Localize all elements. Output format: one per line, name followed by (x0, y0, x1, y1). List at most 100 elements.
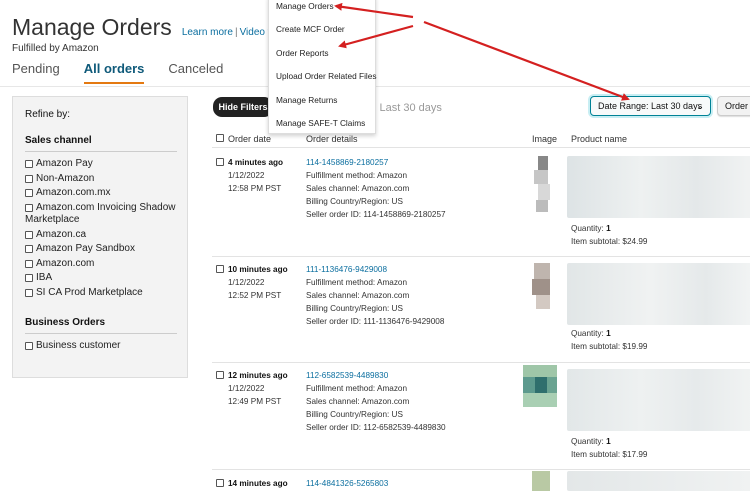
order-date: 1/12/2022 (228, 384, 265, 393)
filter-label: Amazon.ca (36, 228, 87, 240)
filter-label: Amazon.com.mx (36, 187, 111, 198)
filter-label: Amazon.com Invoicing Shadow Marketplace (25, 201, 176, 226)
filter-business-customer[interactable]: Business customer (25, 340, 187, 353)
table-row: 12 minutes ago 1/12/2022 12:49 PM PST 11… (212, 365, 750, 464)
order-date: 1/12/2022 (228, 278, 265, 287)
checkbox[interactable] (25, 230, 33, 239)
filter-label: Amazon Pay (36, 158, 93, 169)
quantity-label: Quantity: (571, 224, 604, 233)
product-name-blurred (567, 156, 750, 218)
date-range-dropdown[interactable]: Date Range: Last 30 days ⌄ (590, 96, 711, 116)
item-subtotal: Item subtotal: $24.99 (571, 237, 648, 246)
fulfillment-method: Fulfillment method: Amazon (306, 171, 408, 180)
order-date-cell: 10 minutes ago 1/12/2022 12:52 PM PST (228, 263, 288, 302)
filter-label: Amazon.com (36, 257, 95, 269)
menu-item-order-reports[interactable]: Order Reports (276, 48, 329, 58)
filter-amazon-ca[interactable]: Amazon.ca (25, 229, 187, 242)
product-image[interactable] (532, 263, 550, 321)
menu-item-upload-order-files[interactable]: Upload Order Related Files (276, 71, 377, 81)
order-details-cell: 112-6582539-4489830 Fulfillment method: … (306, 369, 446, 434)
column-order-date[interactable]: Order date (228, 134, 271, 144)
refine-heading: Refine by: (25, 109, 71, 120)
checkbox[interactable] (25, 160, 33, 168)
filter-non-amazon[interactable]: Non-Amazon (25, 173, 187, 186)
tab-canceled[interactable]: Canceled (168, 61, 223, 84)
row-checkbox[interactable] (216, 265, 224, 273)
order-age: 10 minutes ago (228, 265, 288, 274)
page-header: Manage Orders Learn more|Video tutorials (12, 14, 303, 41)
order-details-cell: 111-1136476-9429008 Fulfillment method: … (306, 263, 444, 328)
product-image[interactable] (532, 471, 550, 491)
active-filter-text: × Last 30 days (370, 102, 442, 114)
seller-order-id: Seller order ID: 114-1458869-2180257 (306, 210, 446, 219)
learn-more-link[interactable]: Learn more (182, 27, 233, 38)
filter-label: SI CA Prod Marketplace (36, 286, 143, 298)
menu-item-manage-orders[interactable]: Manage Orders (276, 1, 334, 11)
checkbox[interactable] (25, 259, 33, 268)
checkbox[interactable] (25, 174, 33, 183)
column-image: Image (532, 134, 558, 144)
order-id-link[interactable]: 112-6582539-4489830 (306, 369, 446, 382)
page-title: Manage Orders (12, 14, 172, 40)
tab-all-orders[interactable]: All orders (83, 61, 145, 84)
order-id-link[interactable]: 114-1458869-2180257 (306, 156, 446, 169)
sales-channel: Sales channel: Amazon.com (306, 184, 410, 193)
sales-channel: Sales channel: Amazon.com (306, 397, 410, 406)
filter-amazon-pay[interactable]: Amazon Pay (25, 158, 187, 171)
filter-iba[interactable]: IBA (25, 272, 187, 285)
product-image[interactable] (532, 156, 550, 214)
billing-region: Billing Country/Region: US (306, 197, 403, 206)
menu-item-manage-safe-t-claims[interactable]: Manage SAFE-T Claims (276, 118, 365, 128)
order-date-cell: 12 minutes ago 1/12/2022 12:49 PM PST (228, 369, 288, 408)
tab-pending[interactable]: Pending (12, 61, 60, 84)
table-row: 4 minutes ago 1/12/2022 12:58 PM PST 114… (212, 156, 750, 256)
order-sort-button[interactable]: Order (717, 96, 750, 116)
checkbox[interactable] (25, 189, 33, 197)
order-id-link[interactable]: 111-1136476-9429008 (306, 263, 444, 276)
item-subtotal: Item subtotal: $19.99 (571, 342, 648, 351)
item-subtotal: Item subtotal: $17.99 (571, 450, 648, 459)
order-id-link[interactable]: 114-4841326-5265803 (306, 477, 388, 490)
sales-channel-heading: Sales channel (25, 135, 177, 152)
billing-region: Billing Country/Region: US (306, 410, 403, 419)
filter-amazon-com[interactable]: Amazon.com (25, 258, 187, 271)
seller-order-id: Seller order ID: 111-1136476-9429008 (306, 317, 445, 326)
row-divider (212, 362, 750, 363)
row-divider (212, 256, 750, 257)
row-checkbox[interactable] (216, 479, 224, 487)
order-time: 12:58 PM PST (228, 184, 282, 193)
product-image[interactable] (523, 365, 557, 407)
quantity-label: Quantity: (571, 437, 604, 446)
row-checkbox[interactable] (216, 158, 224, 166)
checkbox[interactable] (25, 288, 33, 297)
product-name-blurred (567, 369, 750, 431)
order-details-cell: 114-1458869-2180257 Fulfillment method: … (306, 156, 446, 221)
business-orders-heading: Business Orders (25, 317, 177, 334)
order-details-cell: 114-4841326-5265803 (306, 477, 388, 490)
orders-dropdown-menu: Manage Orders Create MCF Order Order Rep… (268, 0, 377, 134)
row-checkbox[interactable] (216, 371, 224, 379)
select-all-checkbox[interactable] (216, 134, 224, 142)
sales-channel: Sales channel: Amazon.com (306, 291, 410, 300)
quantity-value: 1 (606, 224, 611, 233)
filter-amazon-pay-sandbox[interactable]: Amazon Pay Sandbox (25, 243, 187, 256)
menu-item-manage-returns[interactable]: Manage Returns (276, 95, 337, 105)
product-quantity-block: Quantity: 1 Item subtotal: $17.99 (571, 435, 647, 461)
link-separator: | (234, 27, 238, 38)
checkbox[interactable] (25, 342, 33, 350)
menu-item-create-mcf-order[interactable]: Create MCF Order (276, 24, 345, 34)
checkbox[interactable] (25, 245, 33, 253)
product-quantity-block: Quantity: 1 Item subtotal: $24.99 (571, 222, 647, 248)
order-age: 14 minutes ago (228, 479, 288, 488)
filter-si-ca-prod[interactable]: SI CA Prod Marketplace (25, 287, 187, 300)
filter-label: Amazon Pay Sandbox (36, 243, 135, 254)
order-date-cell: 14 minutes ago (228, 477, 288, 490)
fulfillment-method: Fulfillment method: Amazon (306, 278, 408, 287)
hide-filters-button[interactable]: Hide Filters (213, 97, 273, 117)
header-divider (212, 147, 750, 148)
checkbox[interactable] (25, 274, 33, 282)
order-age: 12 minutes ago (228, 371, 288, 380)
filter-invoicing-shadow[interactable]: Amazon.com Invoicing Shadow Marketplace (25, 202, 187, 227)
column-product-name[interactable]: Product name (571, 134, 627, 144)
filter-amazon-com-mx[interactable]: Amazon.com.mx (25, 187, 187, 200)
